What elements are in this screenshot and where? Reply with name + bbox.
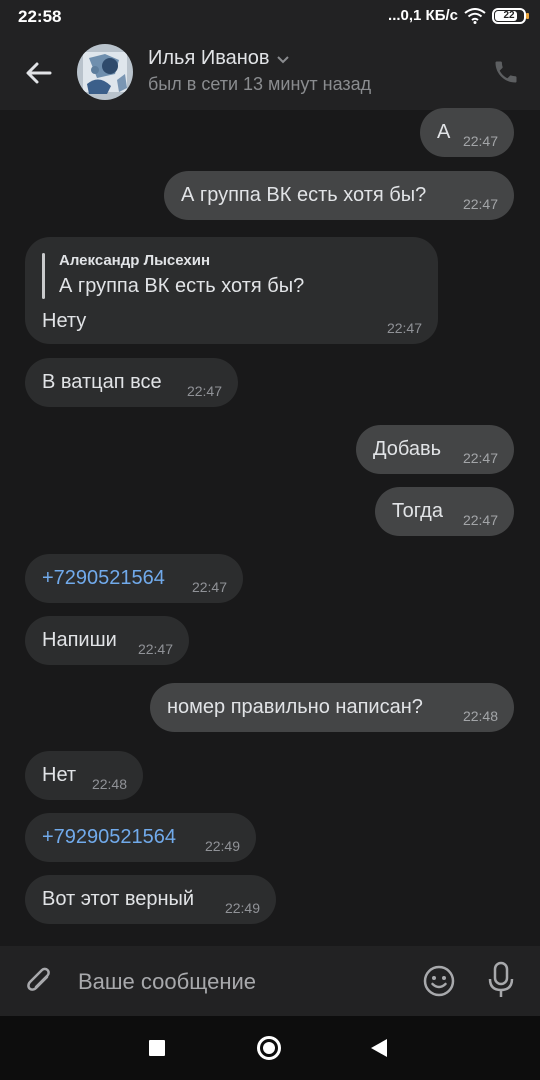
phone-icon[interactable] [492,58,520,86]
message-bubble[interactable]: Нет 22:48 [25,751,143,800]
back-triangle-icon[interactable] [371,1039,387,1057]
battery-icon: 22 [492,7,529,24]
reply-text: А группа ВК есть хотя бы? [59,275,305,297]
paperclip-icon[interactable] [20,962,58,1000]
status-bar: 22:58 ...0,1 КБ/с 22 [0,0,540,34]
status-indicators: ...0,1 КБ/с 22 [388,7,529,24]
battery-level: 22 [503,10,515,21]
message-bubble[interactable]: Напиши 22:47 [25,616,189,665]
microphone-icon[interactable] [486,960,516,1000]
message-bubble[interactable]: В ватцап все 22:47 [25,358,238,407]
network-speed: ...0,1 КБ/с [388,7,458,24]
emoji-icon[interactable] [421,963,457,999]
reply-message-bubble[interactable]: Александр Лысехин А группа ВК есть хотя … [25,237,438,344]
message-bubble[interactable]: +7290521564 22:47 [25,554,243,603]
message-bubble[interactable]: Вот этот верный 22:49 [25,875,276,924]
chat-header: Илья Иванов был в сети 13 минут назад [0,34,540,110]
message-bubble[interactable]: номер правильно написан? 22:48 [150,683,514,732]
message-bubble[interactable]: А 22:47 [420,108,514,157]
system-navigation-bar [0,1016,540,1080]
message-bubble[interactable]: Добавь 22:47 [356,425,514,474]
recents-icon[interactable] [149,1040,165,1056]
chevron-down-icon [276,47,290,70]
contact-name: Илья Иванов [148,47,270,69]
wifi-icon [464,7,486,24]
message-input[interactable] [78,965,398,999]
phone-link[interactable]: +7290521564 [42,567,165,590]
reply-author: Александр Лысехин [59,252,211,269]
avatar[interactable] [77,44,133,100]
message-bubble[interactable]: А группа ВК есть хотя бы? 22:47 [164,171,514,220]
status-time: 22:58 [18,7,62,26]
contact-status: был в сети 13 минут назад [148,74,372,94]
back-arrow-icon[interactable] [22,56,56,90]
phone-link[interactable]: +79290521564 [42,826,176,849]
message-bubble[interactable]: Тогда 22:47 [375,487,514,536]
message-list[interactable]: А 22:47 А группа ВК есть хотя бы? 22:47 … [0,108,540,946]
reply-quote-bar [42,253,45,299]
home-icon[interactable] [257,1036,281,1060]
message-bubble[interactable]: +79290521564 22:49 [25,813,256,862]
contact-name-button[interactable]: Илья Иванов [148,47,290,70]
message-composer [0,946,540,1016]
